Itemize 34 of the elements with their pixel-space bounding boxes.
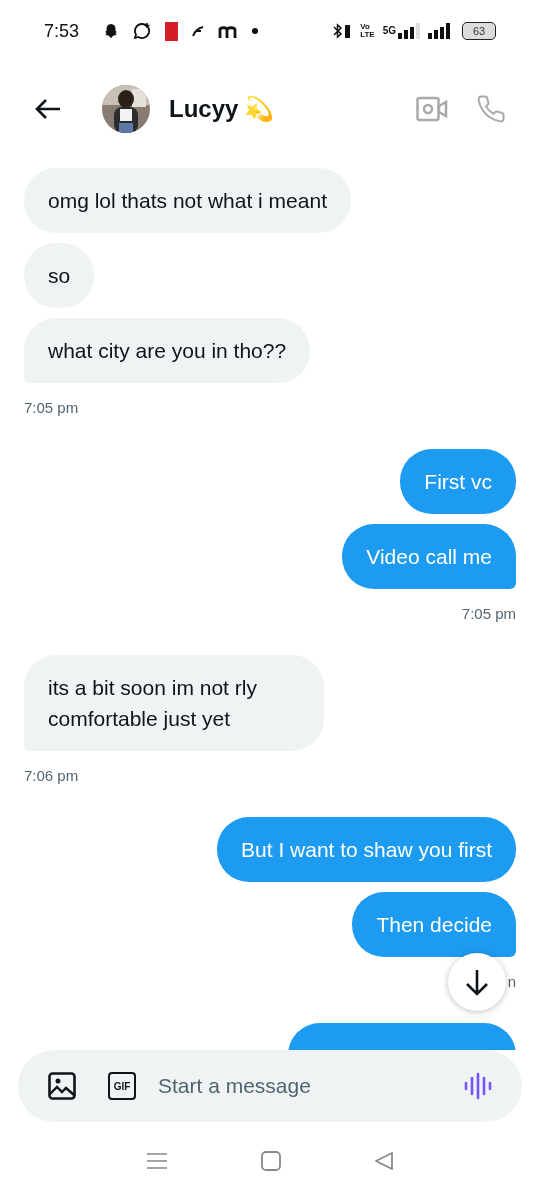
book-icon [165,21,179,41]
timestamp: n [507,972,516,987]
bluetooth-icon [332,23,353,39]
emoji: 💫 [244,94,275,124]
network-label: 5G [382,24,396,38]
message-bubble: Then decide [352,892,516,957]
signal-icon [428,23,450,39]
clock: 7:53 [44,19,80,43]
message-input-field[interactable]: GIF Start a message [18,1050,522,1122]
image-icon[interactable] [48,1072,76,1100]
signal-icon [398,23,420,39]
battery-indicator: 63 [462,22,496,40]
message-bubble: omg lol thats not what i meant [24,168,351,233]
scroll-down-button[interactable] [448,953,506,1011]
chat-icon [133,22,152,40]
message-bubble: First vc [400,449,516,514]
message-bubble: its a bit soon im not rly comfortable just yet [24,655,324,751]
message-bubble: Video call me [342,524,516,589]
home-icon[interactable] [261,1150,281,1171]
message-bubble: But I want to shaw you first [217,817,516,882]
letter-icon [218,24,239,38]
video-camera-icon[interactable] [416,96,448,122]
voice-wave-icon[interactable] [464,1072,492,1100]
menu-icon[interactable] [146,1151,169,1170]
dot-icon [252,28,259,34]
back-arrow-icon[interactable] [34,98,62,120]
contact-name: Lucyy [169,94,239,124]
message-bubble: what city are you in tho?? [24,318,311,383]
phone-icon[interactable] [476,94,506,124]
volte-indicator: Vo LTE [360,23,375,39]
message-bubble: so [24,243,95,308]
back-icon[interactable] [373,1150,394,1171]
down-arrow-icon [465,968,489,996]
gif-button[interactable]: GIF [108,1072,136,1100]
